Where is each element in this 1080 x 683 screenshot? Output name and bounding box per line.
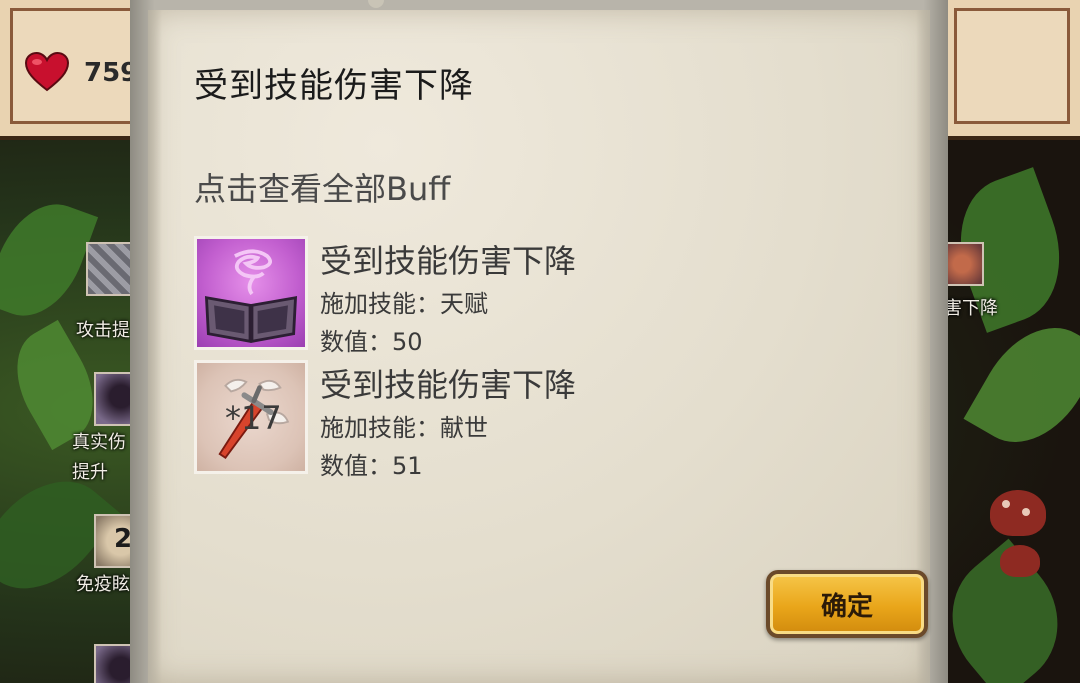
side-buff-label: 免疫眩 xyxy=(76,574,130,595)
buff-name: 受到技能伤害下降 xyxy=(320,366,577,404)
buff-list-item: 受到技能伤害下降 施加技能：天赋 数值：50 xyxy=(194,236,694,356)
buff-source-skill: 施加技能：天赋 xyxy=(320,290,488,318)
foliage xyxy=(963,306,1080,464)
mushroom xyxy=(1000,545,1040,577)
buff-stack-count: *17 xyxy=(225,399,282,437)
buff-list-item: *17 受到技能伤害下降 施加技能：献世 数值：51 xyxy=(194,360,694,480)
buff-name: 受到技能伤害下降 xyxy=(320,242,577,280)
side-buff-label: 害下降 xyxy=(944,298,998,319)
side-buff-label: 攻击提 xyxy=(76,320,130,341)
top-right-panel xyxy=(940,0,1080,140)
view-all-buffs-link[interactable]: 点击查看全部Buff xyxy=(194,164,450,210)
heart-icon xyxy=(24,52,70,92)
dialog-title: 受到技能伤害下降 xyxy=(194,66,474,106)
confirm-button[interactable]: 确定 xyxy=(766,570,928,638)
foliage xyxy=(0,189,99,331)
sword-icon[interactable]: *17 xyxy=(194,360,308,474)
side-buff-label: 提升 xyxy=(72,462,108,483)
buff-source-skill: 施加技能：献世 xyxy=(320,414,488,442)
side-buff-label: 真实伤 xyxy=(72,432,126,453)
buff-value: 数值：51 xyxy=(320,452,423,480)
mushroom xyxy=(990,490,1046,536)
buff-value: 数值：50 xyxy=(320,328,423,356)
talent-book-icon[interactable] xyxy=(194,236,308,350)
